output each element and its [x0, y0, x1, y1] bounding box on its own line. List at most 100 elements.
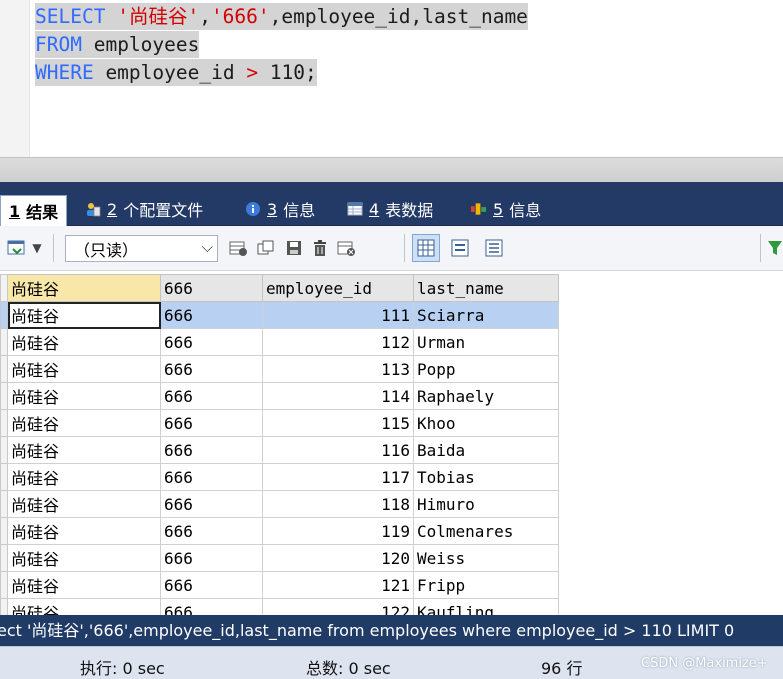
table-row[interactable]: 尚硅谷 666 121 Fripp — [0, 571, 559, 599]
table-row[interactable]: 尚硅谷 666 119 Colmenares — [0, 517, 559, 545]
sql-keyword-from: FROM — [35, 33, 82, 56]
cell-literal[interactable]: 尚硅谷 — [7, 382, 161, 410]
read-only-mode-select[interactable]: （只读） ⌵ — [65, 235, 218, 262]
cell-last-name[interactable]: Weiss — [413, 544, 559, 572]
cell-literal[interactable]: 尚硅谷 — [7, 517, 161, 545]
form-mode-icon[interactable] — [448, 236, 472, 260]
cell-employee-id[interactable]: 122 — [262, 598, 414, 615]
cell-666[interactable]: 666 — [160, 436, 263, 464]
sql-line-3[interactable]: WHERE employee_id > 110; — [35, 59, 317, 86]
sql-line-1[interactable]: SELECT '尚硅谷','666',employee_id,last_name — [35, 3, 528, 30]
cell-employee-id[interactable]: 119 — [262, 517, 414, 545]
table-row[interactable]: 尚硅谷 666 115 Khoo — [0, 409, 559, 437]
cell-employee-id[interactable]: 114 — [262, 382, 414, 410]
table-row[interactable]: 尚硅谷 666 116 Baida — [0, 436, 559, 464]
tab-info-2[interactable]: 5 信息 — [462, 195, 549, 223]
cell-literal[interactable]: 尚硅谷 — [7, 490, 161, 518]
cell-employee-id[interactable]: 120 — [262, 544, 414, 572]
cell-employee-id[interactable]: 117 — [262, 463, 414, 491]
cell-literal[interactable]: 尚硅谷 — [7, 544, 161, 572]
row-marker[interactable] — [0, 436, 8, 464]
insert-row-icon[interactable] — [226, 236, 250, 260]
row-marker[interactable] — [0, 355, 8, 383]
row-marker[interactable] — [0, 490, 8, 518]
cell-employee-id[interactable]: 112 — [262, 328, 414, 356]
cell-666[interactable]: 666 — [160, 382, 263, 410]
save-icon[interactable] — [282, 236, 306, 260]
editor-result-splitter[interactable] — [0, 157, 783, 182]
row-marker[interactable] — [0, 571, 8, 599]
row-marker[interactable] — [0, 463, 8, 491]
cell-666[interactable]: 666 — [160, 328, 263, 356]
cell-last-name[interactable]: Raphaely — [413, 382, 559, 410]
tab-table-data[interactable]: 4 表数据 — [338, 195, 441, 223]
cell-literal[interactable]: 尚硅谷 — [7, 598, 161, 615]
cell-666[interactable]: 666 — [160, 544, 263, 572]
row-marker[interactable] — [0, 409, 8, 437]
cell-employee-id[interactable]: 121 — [262, 571, 414, 599]
table-row[interactable]: 尚硅谷 666 112 Urman — [0, 328, 559, 356]
table-row[interactable]: 尚硅谷 666 113 Popp — [0, 355, 559, 383]
duplicate-row-icon[interactable] — [254, 236, 278, 260]
cell-last-name[interactable]: Colmenares — [413, 517, 559, 545]
cell-employee-id[interactable]: 111 — [262, 301, 414, 329]
table-row[interactable]: 尚硅谷 666 120 Weiss — [0, 544, 559, 572]
row-marker[interactable] — [0, 382, 8, 410]
tab-info[interactable]: 3 信息 — [236, 195, 323, 223]
column-header-last-name[interactable]: last_name — [413, 274, 559, 302]
cell-666[interactable]: 666 — [160, 409, 263, 437]
column-header-employee-id[interactable]: employee_id — [262, 274, 414, 302]
sql-editor[interactable]: SELECT '尚硅谷','666',employee_id,last_name… — [0, 0, 783, 157]
table-row[interactable]: 尚硅谷 666 122 Kaufling — [0, 598, 559, 615]
cell-last-name[interactable]: Kaufling — [413, 598, 559, 615]
grid-mode-icon[interactable] — [412, 234, 440, 262]
cell-last-name[interactable]: Sciarra — [413, 301, 559, 329]
cell-literal[interactable]: 尚硅谷 — [7, 436, 161, 464]
table-row[interactable]: 尚硅谷 666 111 Sciarra — [0, 301, 559, 329]
cell-last-name[interactable]: Baida — [413, 436, 559, 464]
text-mode-icon[interactable] — [482, 236, 506, 260]
table-row[interactable]: 尚硅谷 666 118 Himuro — [0, 490, 559, 518]
cell-literal[interactable]: 尚硅谷 — [7, 301, 161, 329]
cell-666[interactable]: 666 — [160, 355, 263, 383]
chevron-down-icon[interactable]: ▼ — [30, 236, 44, 260]
cell-666[interactable]: 666 — [160, 571, 263, 599]
cell-last-name[interactable]: Himuro — [413, 490, 559, 518]
cell-employee-id[interactable]: 113 — [262, 355, 414, 383]
cell-literal[interactable]: 尚硅谷 — [7, 328, 161, 356]
sql-line-2[interactable]: FROM employees — [35, 31, 200, 58]
row-marker[interactable] — [0, 301, 8, 329]
cancel-changes-icon[interactable] — [334, 236, 358, 260]
tab-result[interactable]: 1 结果 — [0, 195, 68, 226]
row-marker[interactable] — [0, 544, 8, 572]
cell-literal[interactable]: 尚硅谷 — [7, 463, 161, 491]
table-row[interactable]: 尚硅谷 666 114 Raphaely — [0, 382, 559, 410]
cell-last-name[interactable]: Fripp — [413, 571, 559, 599]
result-grid[interactable]: 尚硅谷 666 employee_id last_name 尚硅谷 666 111 S… — [0, 271, 783, 615]
row-marker[interactable] — [0, 598, 8, 615]
table-row[interactable]: 尚硅谷 666 117 Tobias — [0, 463, 559, 491]
cell-666[interactable]: 666 — [160, 517, 263, 545]
column-header-literal[interactable]: 尚硅谷 — [7, 274, 161, 302]
cell-employee-id[interactable]: 115 — [262, 409, 414, 437]
cell-literal[interactable]: 尚硅谷 — [7, 355, 161, 383]
tab-profile[interactable]: 2 个配置文件 — [76, 195, 211, 223]
cell-last-name[interactable]: Urman — [413, 328, 559, 356]
cell-literal[interactable]: 尚硅谷 — [7, 409, 161, 437]
cell-666[interactable]: 666 — [160, 598, 263, 615]
cell-666[interactable]: 666 — [160, 490, 263, 518]
row-marker[interactable] — [0, 517, 8, 545]
cell-employee-id[interactable]: 116 — [262, 436, 414, 464]
filter-icon[interactable] — [766, 236, 783, 260]
row-marker[interactable] — [0, 328, 8, 356]
delete-icon[interactable] — [308, 236, 332, 260]
column-header-666[interactable]: 666 — [160, 274, 263, 302]
cell-literal[interactable]: 尚硅谷 — [7, 571, 161, 599]
cell-last-name[interactable]: Popp — [413, 355, 559, 383]
cell-666[interactable]: 666 — [160, 301, 263, 329]
cell-last-name[interactable]: Khoo — [413, 409, 559, 437]
cell-employee-id[interactable]: 118 — [262, 490, 414, 518]
cell-last-name[interactable]: Tobias — [413, 463, 559, 491]
cell-666[interactable]: 666 — [160, 463, 263, 491]
grid-view-icon[interactable] — [6, 236, 28, 260]
